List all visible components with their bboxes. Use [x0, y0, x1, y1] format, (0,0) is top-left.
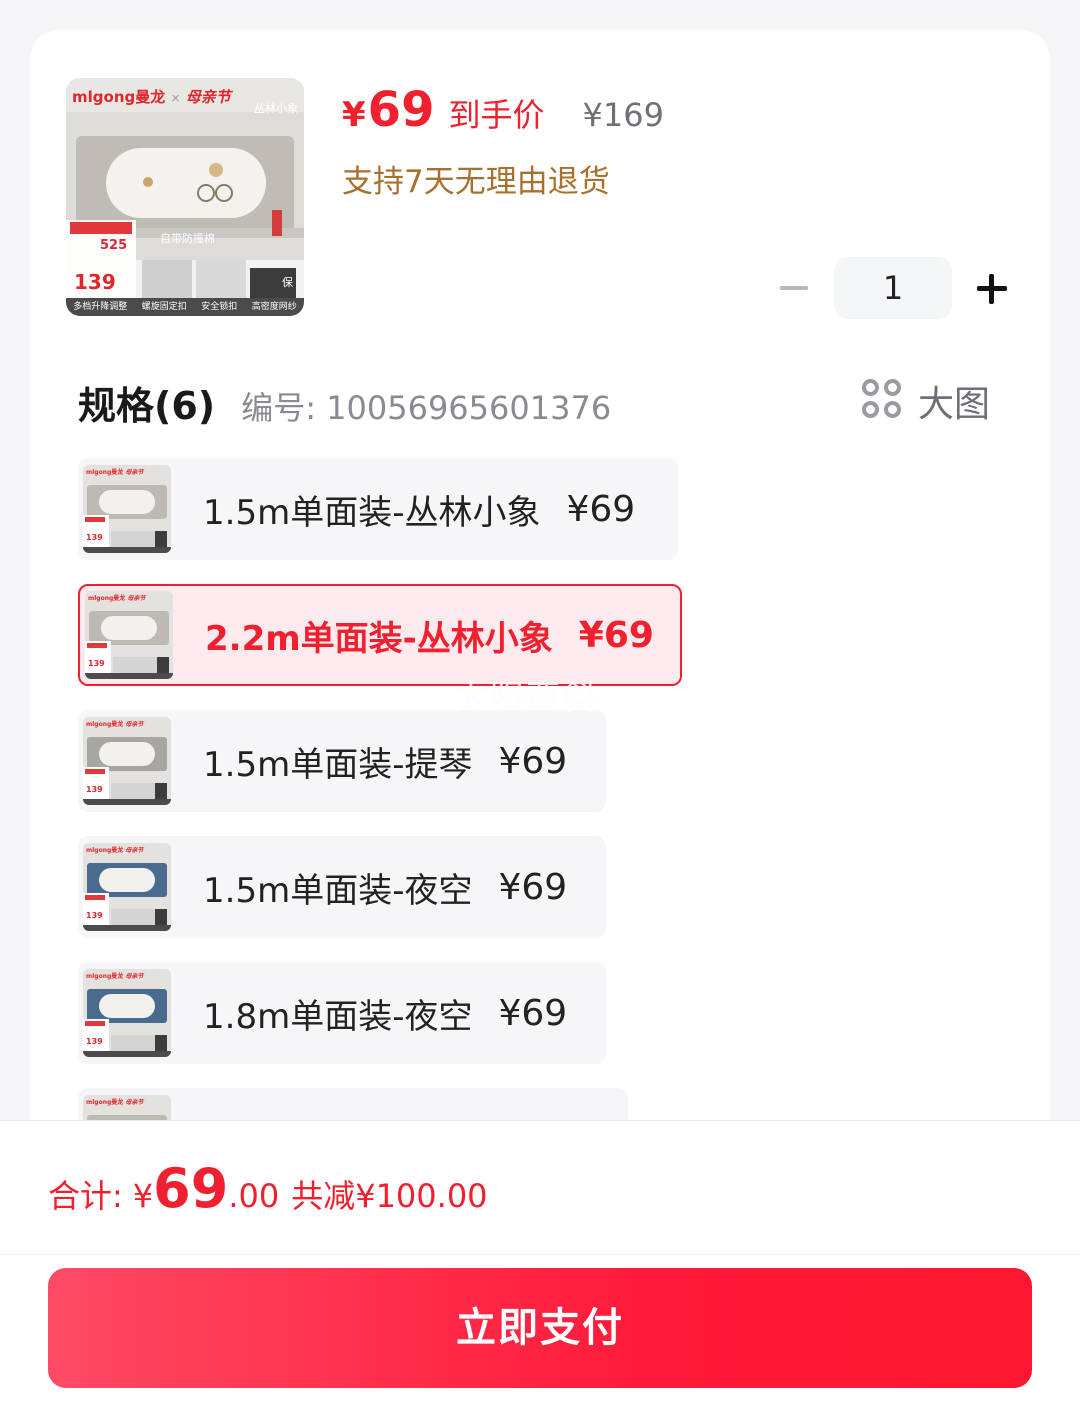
thumbnail-promo-price: 139	[74, 270, 116, 294]
product-sheet: mlgong曼龙 × 母亲节 丛林小象 自带防撞棉 525 139 保 多档升降…	[30, 30, 1050, 1170]
option-thumb-brand: mlgong曼龙 母亲节	[86, 1099, 144, 1106]
spec-option-name: 1.8m单面装-夜空	[203, 996, 473, 1037]
option-thumb-price: 139	[86, 785, 103, 794]
feature-tag: 螺旋固定扣	[141, 302, 187, 312]
spec-option-thumbnail: mlgong曼龙 母亲节 139	[83, 843, 171, 931]
thumbnail-badge: 保	[282, 276, 293, 289]
product-thumbnail[interactable]: mlgong曼龙 × 母亲节 丛林小象 自带防撞棉 525 139 保 多档升降…	[66, 78, 304, 316]
product-code: 编号: 10056965601376	[241, 389, 612, 427]
saved-amount: 共减¥100.00	[291, 1177, 488, 1215]
spec-option-price: ¥69	[498, 866, 568, 908]
price-row: ¥69 到手价 ¥169	[342, 82, 664, 138]
spec-option-thumbnail: mlgong曼龙 母亲节 139	[83, 717, 171, 805]
spec-option-price: ¥69	[578, 614, 654, 656]
increase-quantity-button[interactable]	[972, 263, 1012, 313]
price-tag: 到手价	[448, 96, 545, 134]
checkout-footer: 合计: ¥ 69 .00 共减¥100.00 立即支付	[0, 1120, 1080, 1423]
spec-option[interactable]: mlgong曼龙 母亲节 139 1.8m单面装-夜空 ¥69	[78, 962, 606, 1064]
price-symbol: ¥	[342, 95, 366, 135]
spec-option-price: ¥69	[566, 488, 636, 530]
return-policy: 支持7天无理由退货	[342, 164, 610, 200]
spec-option-thumbnail: mlgong曼龙 母亲节 139	[83, 969, 171, 1057]
grid-icon	[862, 379, 906, 423]
thumbnail-series: 丛林小象	[254, 102, 298, 115]
current-price: ¥69	[342, 82, 434, 138]
total-decimal: .00	[228, 1177, 280, 1215]
thumbnail-cross: ×	[170, 91, 181, 105]
spec-title: 规格(6)	[78, 384, 216, 428]
decrease-quantity-button[interactable]	[774, 263, 814, 313]
total-label: 合计:	[48, 1177, 123, 1215]
option-thumb-price: 139	[86, 1037, 103, 1046]
original-price: ¥169	[582, 96, 664, 134]
option-thumb-brand: mlgong曼龙 母亲节	[86, 469, 144, 476]
thumbnail-coupon: 525	[100, 238, 128, 253]
option-thumb-price: 139	[88, 659, 105, 668]
big-image-toggle[interactable]: 大图	[862, 375, 990, 427]
total-symbol: ¥	[132, 1177, 154, 1215]
option-thumb-brand: mlgong曼龙 母亲节	[86, 973, 144, 980]
option-thumb-brand: mlgong曼龙 母亲节	[86, 721, 144, 728]
thumbnail-feature-tags: 多档升降调整 螺旋固定扣 安全锁扣 高密度网纱	[66, 299, 304, 312]
spec-option-price: ¥69	[498, 992, 568, 1034]
total-amount: 69	[153, 1157, 229, 1220]
thumbnail-brand-text: mlgong曼龙	[72, 88, 166, 106]
spec-option[interactable]: mlgong曼龙 母亲节 139 1.5m单面装-提琴 ¥69	[78, 710, 606, 812]
spec-option-name: 1.5m单面装-夜空	[203, 870, 473, 911]
price-value: 69	[367, 82, 435, 138]
footer-divider	[0, 1254, 1080, 1255]
spec-option-price: ¥69	[498, 740, 568, 782]
thumbnail-campaign: 母亲节	[185, 88, 231, 106]
spec-option[interactable]: mlgong曼龙 母亲节 139 2.2m单面装-丛林小象 ¥69	[78, 584, 682, 686]
pay-now-button[interactable]: 立即支付	[48, 1268, 1032, 1388]
feature-tag: 安全锁扣	[201, 302, 238, 312]
spec-option-name: 2.2m单面装-丛林小象	[205, 618, 553, 659]
option-thumb-brand: mlgong曼龙 母亲节	[86, 847, 144, 854]
spec-option-thumbnail: mlgong曼龙 母亲节 139	[83, 465, 171, 553]
spec-option-thumbnail: mlgong曼龙 母亲节 139	[85, 591, 173, 679]
option-thumb-price: 139	[86, 533, 103, 542]
spec-option[interactable]: mlgong曼龙 母亲节 139 1.5m单面装-丛林小象 ¥69	[78, 458, 678, 560]
thumbnail-caption: 自带防撞棉	[160, 232, 215, 245]
feature-tag: 多档升降调整	[73, 302, 128, 312]
quantity-stepper: 1	[774, 257, 1014, 319]
spec-option-name: 1.5m单面装-提琴	[203, 744, 473, 785]
big-image-label: 大图	[918, 384, 991, 425]
spec-option-name: 1.5m单面装-丛林小象	[203, 492, 541, 533]
spec-option[interactable]: mlgong曼龙 母亲节 139 1.5m单面装-夜空 ¥69	[78, 836, 606, 938]
thumbnail-brand: mlgong曼龙 × 母亲节	[72, 86, 231, 107]
feature-tag: 高密度网纱	[251, 302, 297, 312]
quantity-input[interactable]: 1	[834, 257, 952, 319]
option-thumb-price: 139	[86, 911, 103, 920]
total-summary: 合计: ¥ 69 .00 共减¥100.00	[48, 1157, 488, 1220]
option-thumb-brand: mlgong曼龙 母亲节	[88, 595, 146, 602]
spec-header: 规格(6) 编号: 10056965601376	[78, 375, 611, 430]
